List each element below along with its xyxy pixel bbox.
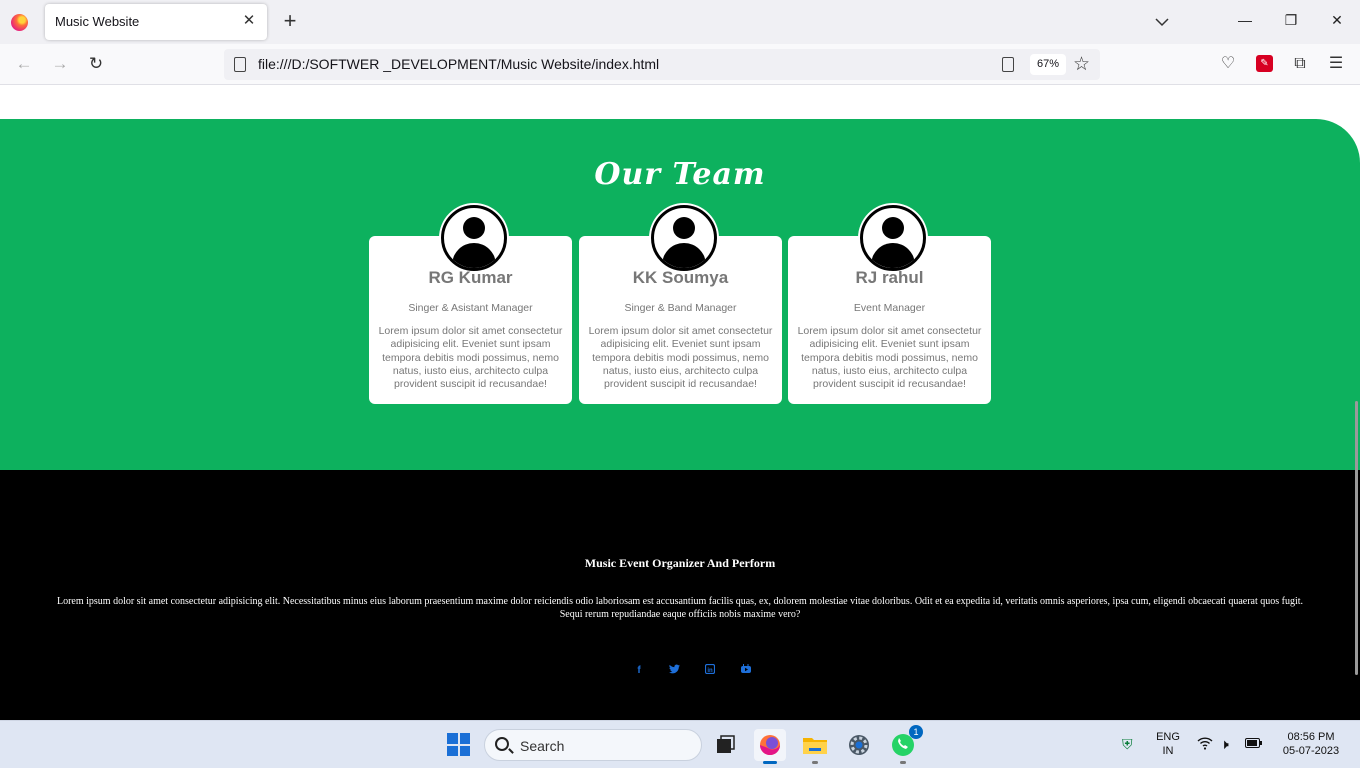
avatar-icon: [651, 205, 717, 271]
pocket-icon[interactable]: ♡: [1217, 53, 1239, 75]
member-name: KK Soumya: [632, 268, 729, 287]
firefox-taskbar-icon[interactable]: [754, 729, 786, 764]
footer-title: Music Event Organizer And Perform: [584, 556, 776, 570]
clock-date: 05-07-2023: [1282, 745, 1340, 757]
avatar-icon: [860, 205, 926, 271]
browser-tab-bar: Music Website ✕ + — ❐ ✕: [0, 0, 1360, 44]
browser-tab[interactable]: Music Website ✕: [45, 4, 267, 40]
page-viewport: Our Team RG Kumar Singer & Asistant Mana…: [0, 85, 1360, 720]
security-shield-icon[interactable]: ⛨: [1122, 736, 1133, 753]
tab-close-icon[interactable]: ✕: [239, 11, 259, 29]
windows-taskbar: Search 1 ⛨ ENG IN 🕨 08:56 PM 05-07-2023: [0, 720, 1360, 768]
svg-text:in: in: [707, 668, 713, 674]
member-role: Singer & Band Manager: [624, 302, 737, 314]
tab-title: Music Website: [55, 14, 140, 29]
windows-start-icon[interactable]: [447, 733, 470, 756]
team-card: RG Kumar Singer & Asistant Manager Lorem…: [369, 205, 572, 404]
url-text[interactable]: file:///D:/SOFTWER _DEVELOPMENT/Music We…: [258, 56, 659, 72]
menu-icon[interactable]: ☰: [1325, 53, 1347, 75]
language-code: ENG: [1156, 731, 1180, 743]
avatar-icon: [441, 205, 507, 271]
member-description: Lorem ipsum dolor sit amet consectetur a…: [797, 325, 982, 391]
member-name: RJ rahul: [855, 268, 924, 287]
task-view-icon[interactable]: [709, 729, 741, 761]
facebook-icon[interactable]: f: [632, 664, 646, 678]
team-card: RJ rahul Event Manager Lorem ipsum dolor…: [788, 205, 991, 404]
footer-text: Lorem ipsum dolor sit amet consectetur a…: [56, 596, 1304, 620]
member-description: Lorem ipsum dolor sit amet consectetur a…: [588, 325, 773, 391]
team-card: KK Soumya Singer & Band Manager Lorem ip…: [579, 205, 782, 404]
page-icon: [234, 57, 246, 72]
new-tab-icon[interactable]: +: [280, 10, 300, 32]
page-scrollbar[interactable]: [1355, 401, 1358, 675]
volume-icon[interactable]: 🕨: [1220, 736, 1229, 753]
list-all-tabs-icon[interactable]: [1152, 12, 1172, 32]
taskbar-search[interactable]: Search: [484, 729, 702, 761]
whatsapp-icon[interactable]: 1: [887, 725, 923, 764]
twitter-icon[interactable]: [667, 664, 681, 678]
clock[interactable]: 08:56 PM 05-07-2023: [1276, 730, 1346, 758]
team-title: Our Team: [594, 157, 766, 192]
team-section: Our Team RG Kumar Singer & Asistant Mana…: [0, 119, 1360, 470]
member-description: Lorem ipsum dolor sit amet consectetur a…: [378, 325, 563, 391]
member-role: Event Manager: [853, 302, 926, 314]
settings-gear-icon[interactable]: [843, 729, 875, 761]
language-indicator[interactable]: ENG IN: [1153, 730, 1183, 758]
minimize-icon[interactable]: —: [1230, 12, 1260, 28]
youtube-icon[interactable]: [739, 664, 753, 678]
member-name: RG Kumar: [428, 268, 513, 287]
pdf-extension-icon[interactable]: ✎: [1256, 55, 1273, 72]
file-explorer-icon[interactable]: [799, 729, 831, 764]
window-close-icon[interactable]: ✕: [1322, 12, 1352, 29]
browser-nav-bar: ← → ↻ file:///D:/SOFTWER _DEVELOPMENT/Mu…: [0, 44, 1360, 85]
wifi-icon[interactable]: [1197, 736, 1213, 753]
notification-badge: 1: [909, 725, 923, 739]
language-region: IN: [1162, 745, 1174, 757]
battery-icon[interactable]: [1245, 736, 1263, 752]
restore-icon[interactable]: ❐: [1276, 12, 1306, 29]
forward-icon[interactable]: →: [48, 53, 72, 77]
search-label: Search: [520, 738, 565, 754]
firefox-logo-icon[interactable]: [11, 14, 28, 31]
clock-time: 08:56 PM: [1287, 731, 1335, 743]
zoom-level-button[interactable]: 67%: [1030, 54, 1067, 75]
site-footer: Music Event Organizer And Perform Lorem …: [0, 470, 1360, 720]
address-bar[interactable]: file:///D:/SOFTWER _DEVELOPMENT/Music We…: [224, 49, 1100, 80]
reload-icon[interactable]: ↻: [84, 53, 108, 77]
search-icon: [495, 737, 509, 751]
reader-view-icon[interactable]: [1002, 57, 1014, 72]
member-role: Singer & Asistant Manager: [408, 302, 533, 314]
linkedin-icon[interactable]: in: [703, 663, 717, 678]
extensions-icon[interactable]: ⧉: [1289, 53, 1311, 75]
bookmark-star-icon[interactable]: ☆: [1073, 53, 1090, 76]
back-icon[interactable]: ←: [12, 53, 36, 77]
